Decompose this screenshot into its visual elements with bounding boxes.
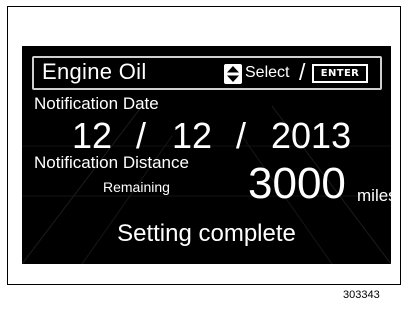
remaining-label: Remaining xyxy=(103,179,170,195)
distance-unit: miles xyxy=(357,186,391,205)
separator-slash: / xyxy=(299,59,306,85)
date-year-value: 2013 xyxy=(271,115,352,156)
notification-distance-label: Notification Distance xyxy=(34,153,189,172)
page: Engine Oil Select / ENTER Notification D… xyxy=(0,0,408,311)
date-separator: / xyxy=(236,115,247,156)
date-separator: / xyxy=(136,115,147,156)
multi-function-display: Engine Oil Select / ENTER Notification D… xyxy=(22,46,391,264)
status-message: Setting complete xyxy=(117,220,296,247)
select-label: Select xyxy=(245,64,290,81)
enter-button-icon: ENTER xyxy=(312,64,368,83)
figure-number: 303343 xyxy=(343,289,380,301)
date-month-value: 12 xyxy=(72,115,113,156)
distance-value: 3000 xyxy=(248,159,346,208)
notification-date-label: Notification Date xyxy=(34,94,159,113)
menu-header-bar: Engine Oil Select / ENTER xyxy=(32,56,382,90)
menu-title: Engine Oil xyxy=(42,59,147,84)
date-day-value: 12 xyxy=(172,115,213,156)
up-down-arrow-icon xyxy=(224,64,242,84)
